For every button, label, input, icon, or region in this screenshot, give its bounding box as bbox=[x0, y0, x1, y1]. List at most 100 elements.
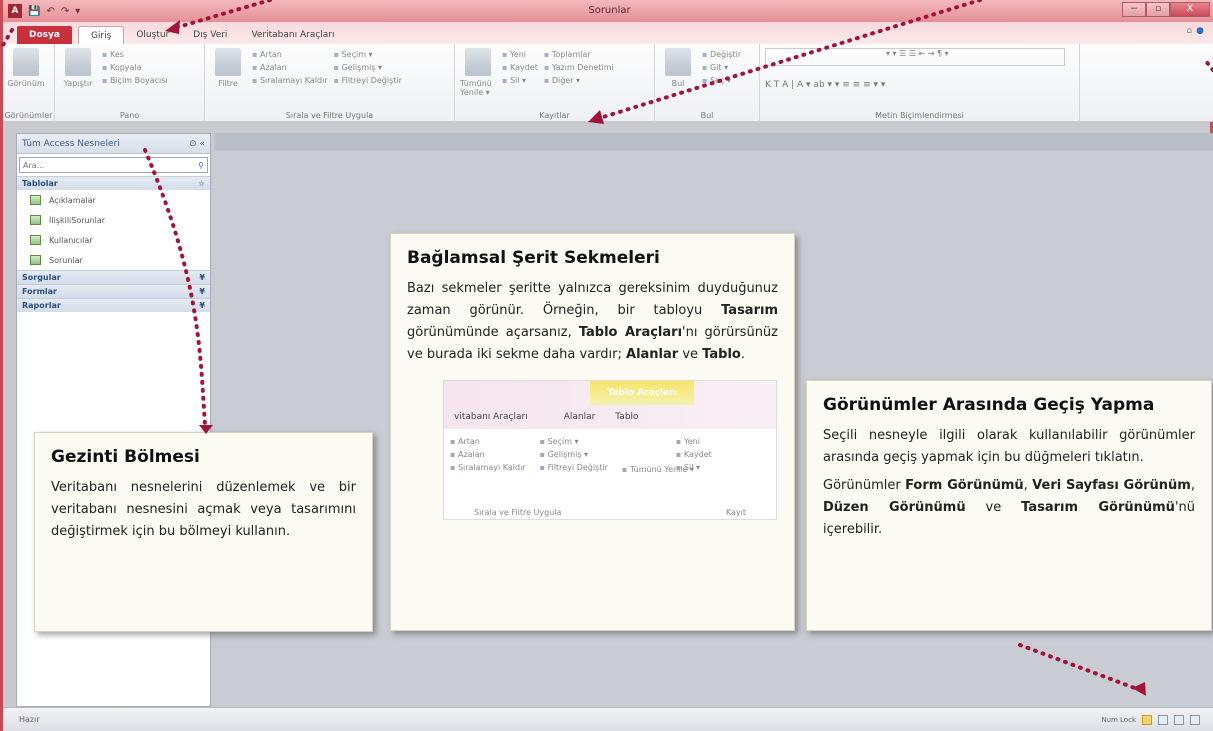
nav-search-input[interactable]: Ara... ⚲ bbox=[19, 157, 208, 173]
redo-icon[interactable]: ↷ bbox=[61, 6, 69, 17]
inset-tab: Alanlar bbox=[563, 412, 596, 422]
nav-table-item[interactable]: Açıklamalar bbox=[17, 190, 210, 210]
nav-category-reports[interactable]: Raporlar ¥ bbox=[17, 298, 210, 312]
callout-title: Görünümler Arasında Geçiş Yapma bbox=[823, 395, 1155, 415]
refresh-icon bbox=[465, 48, 491, 76]
group-text-formatting: ▾ ▾ ☰ ☰ ⇤ ⇥ ¶ ▾ K T A | A ▾ ab ▾ ▾ ≡ ≡ ≡… bbox=[760, 44, 1080, 122]
group-label: Kayıtlar bbox=[539, 111, 570, 120]
tab-file[interactable]: Dosya bbox=[17, 26, 72, 44]
filter-commands: Seçim ▾ Gelişmiş ▾ Filtreyi Değiştir bbox=[334, 48, 402, 108]
new-button[interactable]: Yeni bbox=[502, 50, 538, 59]
nav-table-item[interactable]: İlişkiliSorunlar bbox=[17, 210, 210, 230]
select-button[interactable]: Seç ▾ bbox=[702, 76, 741, 85]
form-view-icon[interactable] bbox=[1142, 714, 1152, 725]
replace-button[interactable]: Değiştir bbox=[702, 50, 741, 59]
access-app-icon[interactable]: A bbox=[8, 4, 22, 18]
collapse-icon[interactable]: ☆ bbox=[198, 177, 205, 190]
advanced-button[interactable]: Gelişmiş ▾ bbox=[334, 63, 402, 72]
copy-button[interactable]: Kopyala bbox=[102, 63, 168, 72]
callout-title: Gezinti Bölmesi bbox=[51, 447, 200, 467]
expand-icon[interactable]: ¥ bbox=[199, 299, 205, 312]
expand-icon[interactable]: ¥ bbox=[199, 271, 205, 284]
help-area: ⌂ ● bbox=[1186, 26, 1204, 36]
save-icon[interactable]: 💾 bbox=[28, 6, 40, 17]
group-label: Pano bbox=[119, 111, 140, 120]
window-controls: − ▫ X bbox=[1122, 2, 1210, 17]
search-icon[interactable]: ⚲ bbox=[198, 161, 204, 170]
view-icon bbox=[13, 48, 39, 76]
selection-button[interactable]: Seçim ▾ bbox=[334, 50, 402, 59]
maximize-button[interactable]: ▫ bbox=[1146, 2, 1170, 17]
find-commands: Değiştir Git ▾ Seç ▾ bbox=[702, 48, 741, 108]
tab-home[interactable]: Giriş bbox=[77, 26, 125, 44]
nav-header[interactable]: Tüm Access Nesneleri ⊙ « bbox=[17, 134, 210, 154]
cut-button[interactable]: Kes bbox=[102, 50, 168, 59]
callout-text: Görünümler Form Görünümü, Veri Sayfası G… bbox=[823, 478, 1195, 537]
save-record-button[interactable]: Kaydet bbox=[502, 63, 538, 72]
help-icon[interactable]: ● bbox=[1196, 26, 1204, 36]
record-commands: Yeni Kaydet Sil ▾ bbox=[502, 48, 538, 108]
nav-category-forms[interactable]: Formlar ¥ bbox=[17, 284, 210, 298]
ascending-button[interactable]: Artan bbox=[252, 50, 328, 59]
callout-contextual-tabs: Bağlamsal Şerit Sekmeleri Bazı sekmeler … bbox=[390, 233, 795, 631]
format-controls[interactable]: K T A | A ▾ ab ▾ ▾ ≡ ≡ ≡ ▾ ▾ bbox=[765, 80, 1065, 98]
sort-commands: Artan Azalan Sıralamayı Kaldır bbox=[252, 48, 328, 108]
nav-collapse-icon[interactable]: ⊙ « bbox=[189, 139, 205, 149]
window-title: Sorunlar bbox=[588, 5, 631, 16]
customize-qat-icon[interactable]: ▾ bbox=[75, 6, 80, 17]
callout-text: Seçili nesneyle ilgili olarak kullanılab… bbox=[823, 428, 1195, 465]
nav-category-queries[interactable]: Sorgular ¥ bbox=[17, 270, 210, 284]
callout-text: Veritabanı nesnelerini düzenlemek ve bir… bbox=[51, 480, 356, 539]
nav-category-tables[interactable]: Tablolar ☆ bbox=[17, 176, 210, 190]
nav-table-item[interactable]: Sorunlar bbox=[17, 250, 210, 270]
callout-view-switching: Görünümler Arasında Geçiş Yapma Seçili n… bbox=[806, 380, 1212, 631]
document-tab-strip bbox=[215, 133, 1213, 151]
callout-title: Bağlamsal Şerit Sekmeleri bbox=[407, 248, 660, 268]
table-icon bbox=[30, 235, 41, 245]
group-label: Görünümler bbox=[4, 111, 53, 120]
totals-button[interactable]: Toplamlar bbox=[544, 50, 614, 59]
group-sort-filter: Filtre Artan Azalan Sıralamayı Kaldır Se… bbox=[205, 44, 455, 122]
spelling-button[interactable]: Yazım Denetimi bbox=[544, 63, 614, 72]
find-icon bbox=[665, 48, 691, 76]
nav-table-item[interactable]: Kullanıcılar bbox=[17, 230, 210, 250]
ribbon-minimize-icon[interactable]: ⌂ bbox=[1186, 26, 1192, 36]
find-button[interactable]: Bul bbox=[660, 48, 696, 108]
callout-text: Bazı sekmeler şeritte yalnızca gereksini… bbox=[407, 281, 778, 362]
inset-tab: Tablo bbox=[615, 412, 639, 422]
font-controls[interactable]: ▾ ▾ ☰ ☰ ⇤ ⇥ ¶ ▾ bbox=[765, 48, 1065, 66]
group-find: Bul Değiştir Git ▾ Seç ▾ Bul bbox=[655, 44, 760, 122]
minimize-button[interactable]: − bbox=[1122, 2, 1146, 17]
paste-icon bbox=[65, 48, 91, 76]
toggle-filter-button[interactable]: Filtreyi Değiştir bbox=[334, 76, 402, 85]
refresh-all-button[interactable]: Tümünü Yenile ▾ bbox=[460, 48, 496, 108]
expand-icon[interactable]: ¥ bbox=[199, 285, 205, 298]
undo-icon[interactable]: ↶ bbox=[46, 6, 54, 17]
tab-database-tools[interactable]: Veritabanı Araçları bbox=[239, 26, 346, 44]
filter-icon bbox=[215, 48, 241, 76]
group-records: Tümünü Yenile ▾ Yeni Kaydet Sil ▾ Toplam… bbox=[455, 44, 655, 122]
view-button[interactable]: Görünüm bbox=[7, 48, 45, 108]
status-bar: Hazır Num Lock bbox=[3, 707, 1213, 731]
context-tab-label: Tablo Araçları bbox=[590, 381, 694, 405]
design-view-icon[interactable] bbox=[1190, 714, 1200, 725]
group-label: Sırala ve Filtre Uygula bbox=[285, 111, 374, 120]
descending-button[interactable]: Azalan bbox=[252, 63, 328, 72]
paste-button[interactable]: Yapıştır bbox=[60, 48, 96, 108]
group-clipboard: Yapıştır Kes Kopyala Biçim Boyacısı Pano bbox=[55, 44, 205, 122]
filter-button[interactable]: Filtre bbox=[210, 48, 246, 108]
datasheet-view-icon[interactable] bbox=[1158, 714, 1168, 725]
tab-create[interactable]: Oluştur bbox=[124, 26, 181, 44]
goto-button[interactable]: Git ▾ bbox=[702, 63, 741, 72]
format-painter-button[interactable]: Biçim Boyacısı bbox=[102, 76, 168, 85]
callout-navigation-pane: Gezinti Bölmesi Veritabanı nesnelerini d… bbox=[34, 432, 373, 632]
contextual-tab-screenshot: Tablo Araçları vitabanı Araçları Alanlar… bbox=[443, 380, 777, 520]
remove-sort-button[interactable]: Sıralamayı Kaldır bbox=[252, 76, 328, 85]
tab-external-data[interactable]: Dış Veri bbox=[181, 26, 239, 44]
ribbon: Görünüm Görünümler Yapıştır Kes Kopyala … bbox=[3, 44, 1213, 122]
delete-button[interactable]: Sil ▾ bbox=[502, 76, 538, 85]
more-button[interactable]: Diğer ▾ bbox=[544, 76, 614, 85]
layout-view-icon[interactable] bbox=[1174, 714, 1184, 725]
close-button[interactable]: X bbox=[1170, 2, 1210, 17]
table-icon bbox=[30, 215, 41, 225]
